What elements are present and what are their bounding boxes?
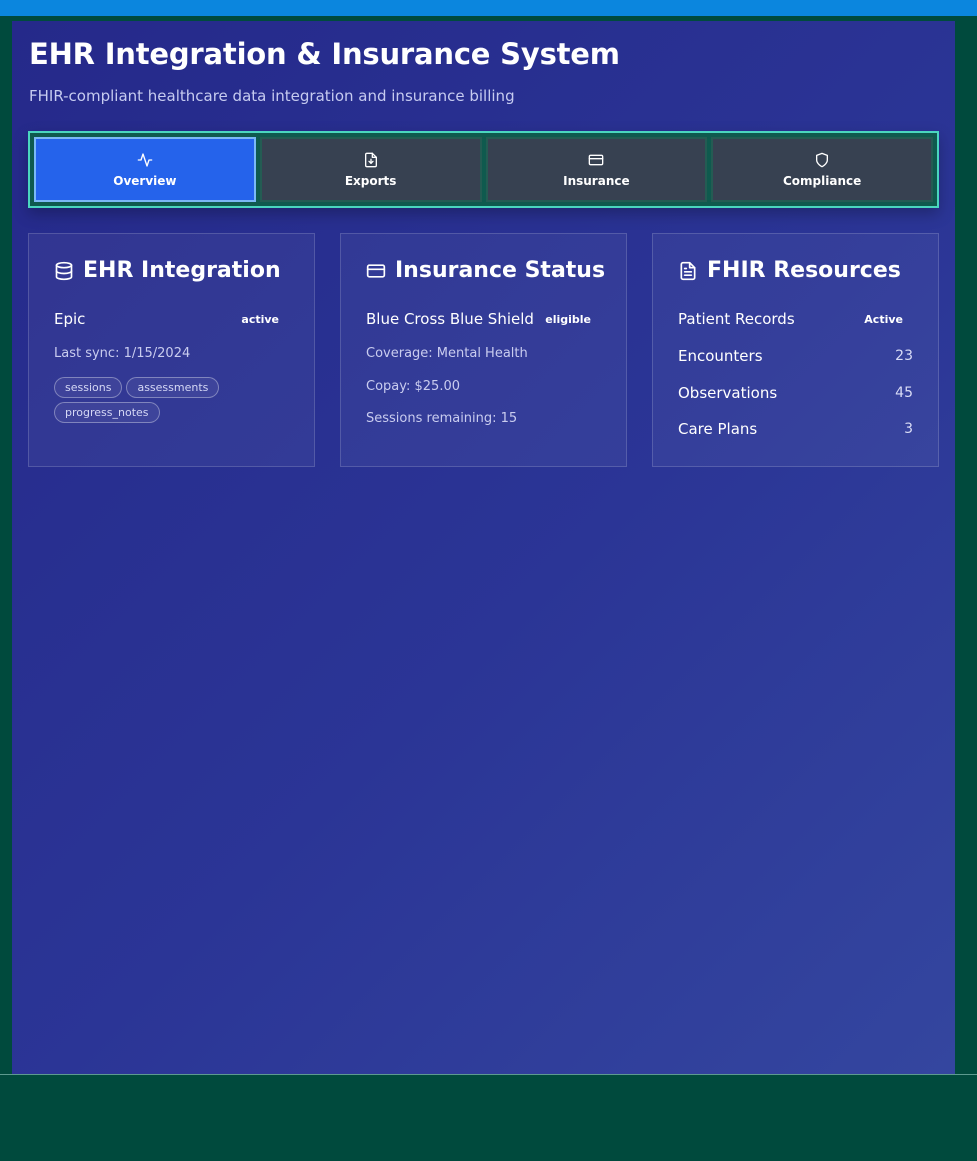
fhir-row-label: Care Plans (678, 420, 758, 438)
card-header: EHR Integration (54, 258, 281, 283)
fhir-resources-card: FHIR Resources Patient Records Active En… (652, 233, 939, 467)
tab-label: Overview (113, 173, 177, 188)
tab-label: Compliance (782, 173, 862, 188)
fhir-row-patient-records: Patient Records Active (678, 310, 913, 328)
payer-name: Blue Cross Blue Shield (366, 310, 534, 328)
status-badge: Active (864, 312, 903, 326)
tab-exports[interactable]: Exports (259, 137, 482, 202)
tag-progress-notes: progress_notes (54, 402, 160, 423)
bottom-divider (0, 1074, 977, 1075)
status-badge: active (241, 312, 279, 326)
insurance-status-card: Insurance Status Blue Cross Blue Shield … (340, 233, 627, 467)
card-title: EHR Integration (83, 258, 281, 283)
tab-overview[interactable]: Overview (34, 137, 256, 202)
fhir-row-count: 45 (895, 385, 913, 401)
status-badge: eligible (545, 312, 591, 326)
page-subtitle: FHIR-compliant healthcare data integrati… (29, 87, 515, 105)
last-sync-text: Last sync: 1/15/2024 (54, 346, 191, 361)
fhir-row-label: Encounters (678, 347, 763, 365)
credit-card-icon (366, 263, 386, 278)
tab-bar: Overview Exports Insurance Compliance (28, 131, 939, 208)
fhir-row-care-plans: Care Plans 3 (678, 420, 913, 438)
fhir-row-count: 3 (904, 421, 913, 437)
card-header: FHIR Resources (678, 258, 901, 283)
tag-sessions: sessions (54, 377, 123, 398)
payer-row: Blue Cross Blue Shield eligible (366, 310, 601, 328)
fhir-row-count: 23 (895, 348, 913, 364)
database-icon (55, 261, 73, 280)
tab-insurance[interactable]: Insurance (485, 137, 708, 202)
sessions-remaining-text: Sessions remaining: 15 (366, 411, 518, 426)
file-download-icon (364, 152, 377, 167)
tab-compliance[interactable]: Compliance (711, 137, 933, 202)
copay-text: Copay: $25.00 (366, 379, 460, 394)
top-bar (0, 0, 977, 16)
shield-icon (816, 152, 829, 167)
tab-label: Insurance (563, 173, 630, 188)
ehr-provider-name: Epic (54, 310, 86, 328)
coverage-text: Coverage: Mental Health (366, 346, 528, 361)
card-header: Insurance Status (366, 258, 605, 283)
ehr-provider-row: Epic active (54, 310, 289, 328)
tab-label: Exports (344, 173, 397, 188)
ehr-integration-card: EHR Integration Epic active Last sync: 1… (28, 233, 315, 467)
fhir-row-label: Observations (678, 384, 778, 402)
credit-card-icon (589, 154, 604, 165)
page-title: EHR Integration & Insurance System (29, 37, 620, 71)
activity-icon (137, 152, 153, 167)
data-type-tags: sessions assessments progress_notes (54, 377, 294, 423)
tag-assessments: assessments (126, 377, 220, 398)
card-title: FHIR Resources (707, 258, 901, 283)
document-icon (680, 261, 696, 280)
fhir-row-encounters: Encounters 23 (678, 347, 913, 365)
app-panel: EHR Integration & Insurance System FHIR-… (12, 21, 955, 1074)
fhir-row-label: Patient Records (678, 310, 795, 328)
card-title: Insurance Status (395, 258, 606, 283)
fhir-row-observations: Observations 45 (678, 384, 913, 402)
